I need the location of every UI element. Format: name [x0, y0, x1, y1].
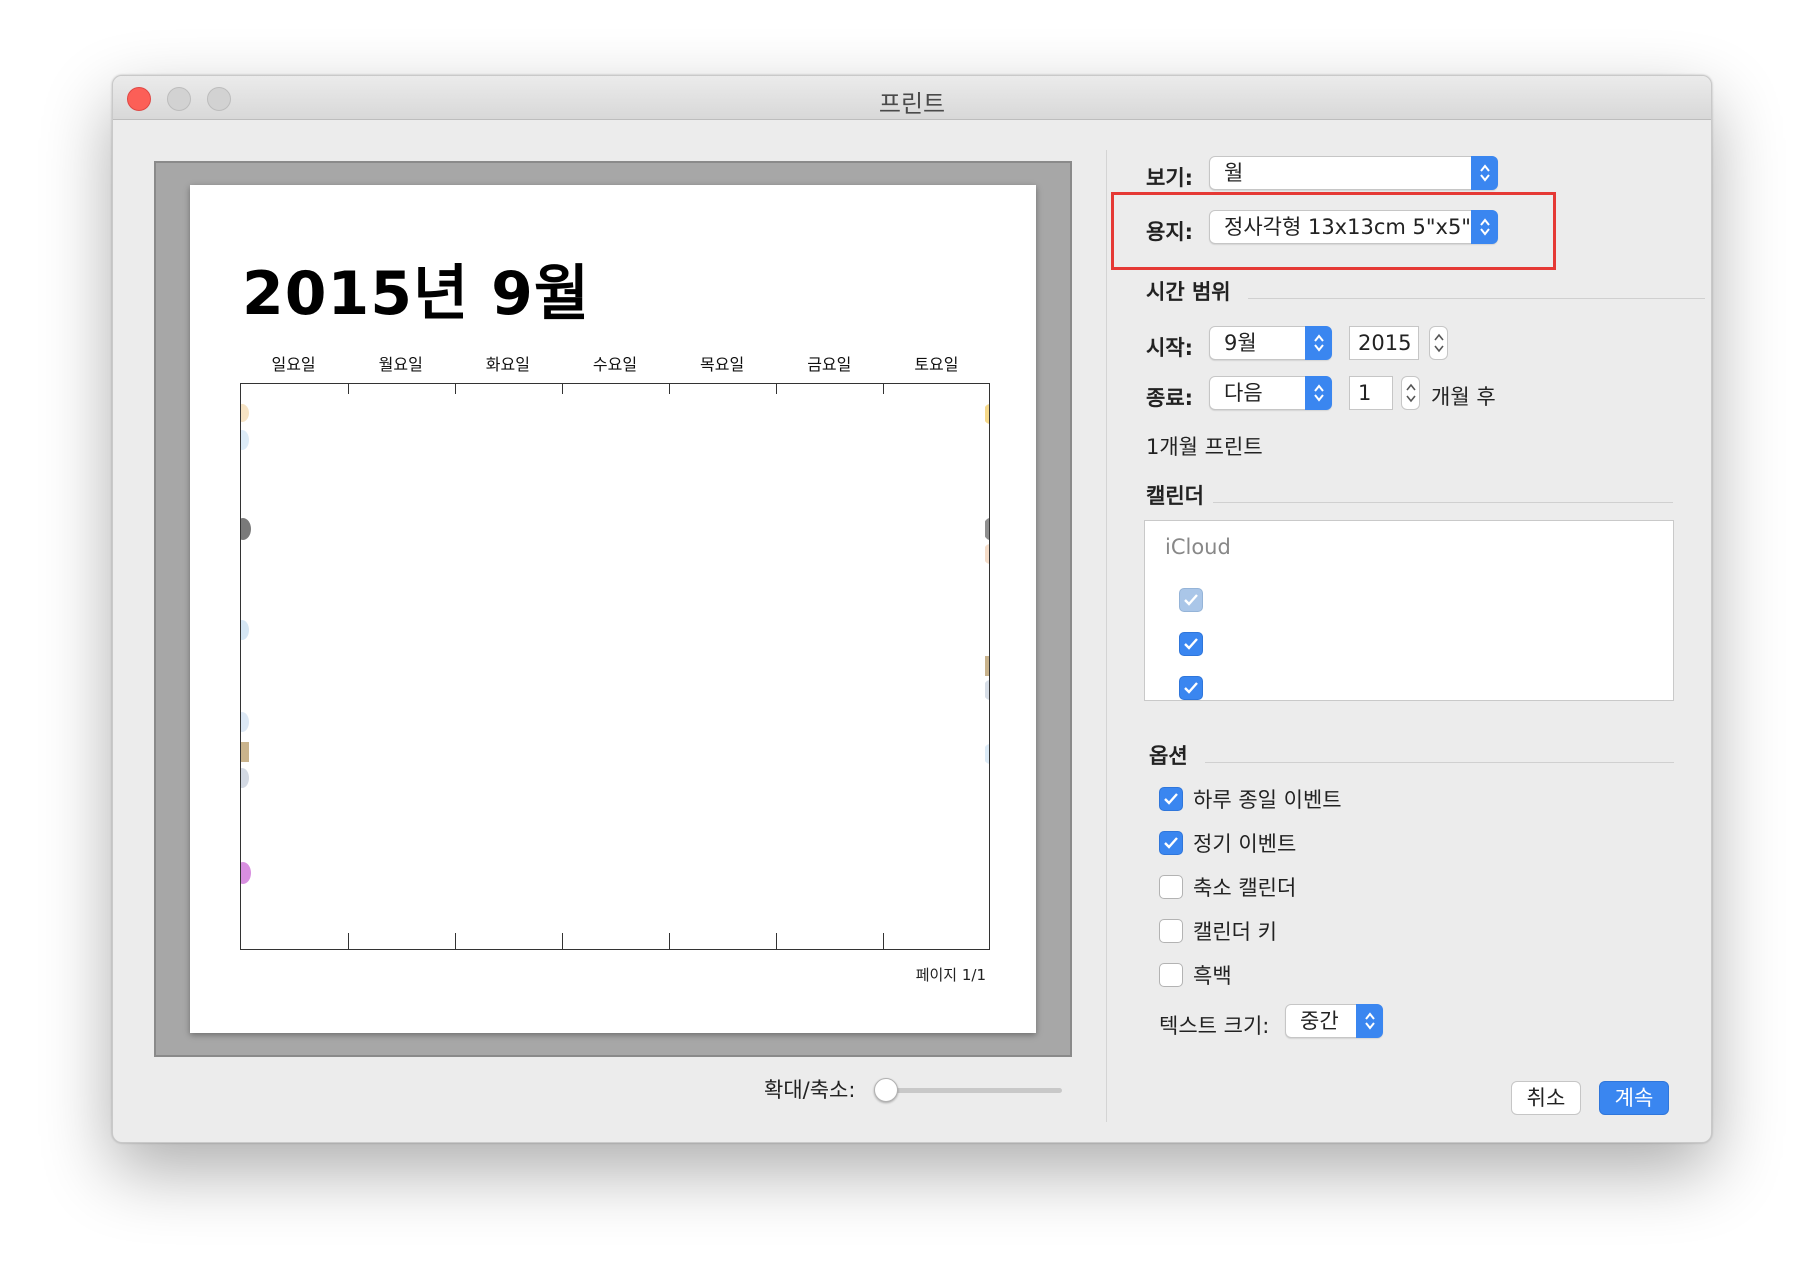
black-white-checkbox[interactable] — [1159, 963, 1183, 987]
weekday-label: 수요일 — [592, 355, 638, 374]
view-popup[interactable]: 월 — [1209, 156, 1498, 190]
start-month-value: 9월 — [1224, 331, 1257, 355]
calendar-checkbox[interactable] — [1179, 632, 1203, 656]
mini-calendar-checkbox[interactable] — [1159, 875, 1183, 899]
window-title: 프린트 — [878, 90, 946, 118]
calendar-checkbox[interactable] — [1179, 676, 1203, 700]
calendars-heading: 캘린더 — [1146, 484, 1204, 508]
recurring-events-label[interactable]: 정기 이벤트 — [1193, 828, 1296, 858]
weekday-header: 일요일 월요일 화요일 수요일 목요일 금요일 토요일 — [240, 351, 990, 375]
calendar-title: 2015년 9월 — [242, 259, 591, 329]
chevron-updown-icon — [1471, 156, 1498, 190]
zoom-label: 확대/축소: — [764, 1078, 856, 1102]
weekday-label: 일요일 — [271, 355, 316, 374]
view-label: 보기: — [1146, 166, 1194, 190]
mini-calendar-label[interactable]: 축소 캘린더 — [1193, 872, 1296, 902]
separator — [1205, 762, 1674, 763]
start-month-popup[interactable]: 9월 — [1209, 326, 1332, 360]
weekday-label: 월요일 — [378, 355, 423, 374]
calendar-list[interactable]: iCloud — [1144, 520, 1674, 701]
pane-divider — [1106, 150, 1107, 1122]
recurring-events-checkbox[interactable] — [1159, 831, 1183, 855]
weekday-label: 토요일 — [914, 355, 959, 374]
calendar-checkbox[interactable] — [1179, 588, 1203, 612]
end-label: 종료: — [1146, 386, 1194, 410]
zoom-slider-knob[interactable] — [874, 1078, 898, 1102]
start-year-stepper[interactable] — [1429, 326, 1448, 360]
print-dialog: 프린트 2015년 9월 일요일 월요일 화요일 수요일 목요일 금요일 토요일 — [112, 75, 1712, 1143]
calendar-grid — [240, 383, 990, 950]
end-value: 다음 — [1224, 381, 1263, 405]
calendar-key-checkbox[interactable] — [1159, 919, 1183, 943]
zoom-slider[interactable] — [879, 1088, 1062, 1093]
calendar-group-label: iCloud — [1165, 535, 1231, 559]
preview-page: 2015년 9월 일요일 월요일 화요일 수요일 목요일 금요일 토요일 페이지… — [190, 185, 1036, 1033]
weekday-label: 화요일 — [485, 355, 530, 374]
weekday-label: 목요일 — [700, 355, 745, 374]
time-range-heading: 시간 범위 — [1146, 280, 1231, 304]
cancel-button[interactable]: 취소 — [1511, 1081, 1581, 1115]
title-bar: 프린트 — [113, 76, 1711, 120]
view-value: 월 — [1224, 161, 1244, 185]
chevron-updown-icon — [1305, 326, 1332, 360]
chevron-updown-icon — [1356, 1004, 1383, 1038]
chevron-updown-icon — [1305, 376, 1332, 410]
text-size-popup[interactable]: 중간 — [1285, 1004, 1383, 1038]
print-preview: 2015년 9월 일요일 월요일 화요일 수요일 목요일 금요일 토요일 페이지… — [154, 161, 1072, 1057]
end-suffix: 개월 후 — [1431, 385, 1496, 409]
end-count-stepper[interactable] — [1401, 376, 1420, 410]
weekday-label: 금요일 — [807, 355, 852, 374]
print-summary: 1개월 프린트 — [1146, 435, 1263, 459]
end-count-field[interactable]: 1 — [1349, 376, 1393, 410]
text-size-value: 중간 — [1300, 1009, 1339, 1033]
options-heading: 옵션 — [1149, 744, 1188, 768]
start-label: 시작: — [1146, 336, 1194, 360]
all-day-events-label[interactable]: 하루 종일 이벤트 — [1193, 784, 1342, 814]
calendar-key-label[interactable]: 캘린더 키 — [1193, 916, 1277, 946]
page-indicator: 페이지 1/1 — [915, 966, 986, 984]
end-popup[interactable]: 다음 — [1209, 376, 1332, 410]
paper-highlight-box — [1111, 192, 1556, 270]
all-day-events-checkbox[interactable] — [1159, 787, 1183, 811]
continue-button[interactable]: 계속 — [1599, 1081, 1669, 1115]
start-year-field[interactable]: 2015 — [1349, 326, 1419, 360]
text-size-label: 텍스트 크기: — [1159, 1014, 1270, 1038]
separator — [1213, 502, 1673, 503]
black-white-label[interactable]: 흑백 — [1193, 960, 1232, 990]
separator — [1248, 298, 1705, 299]
